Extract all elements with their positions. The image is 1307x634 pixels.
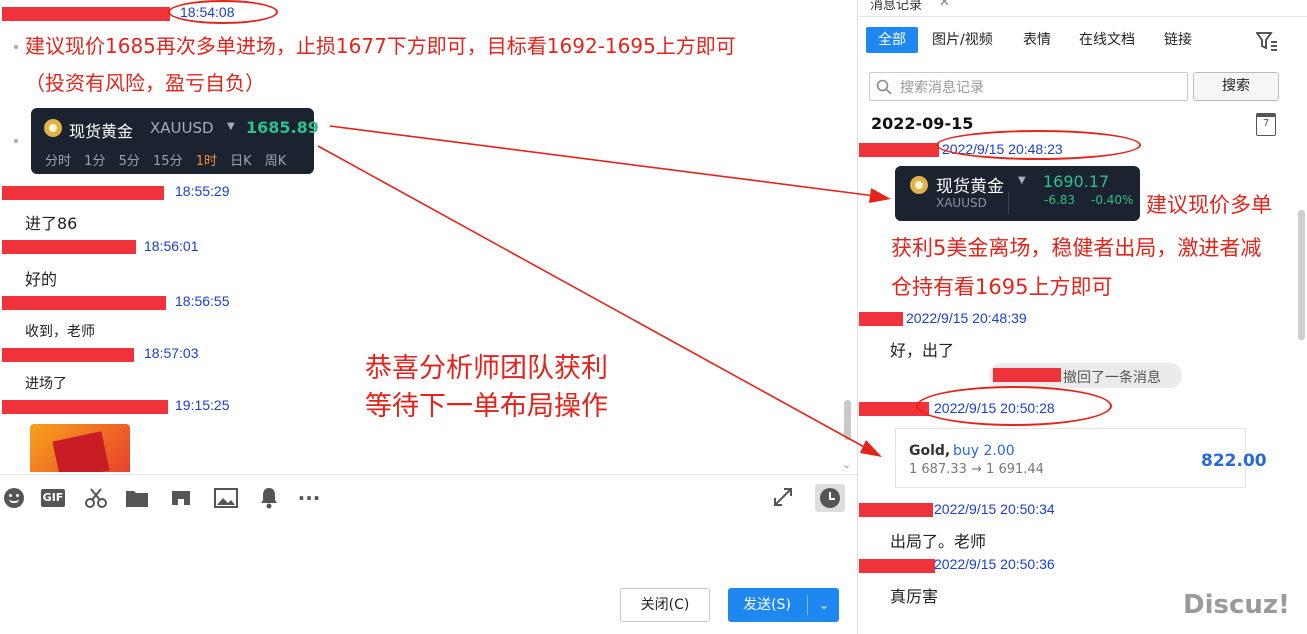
annotation-arrows [317, 125, 891, 457]
